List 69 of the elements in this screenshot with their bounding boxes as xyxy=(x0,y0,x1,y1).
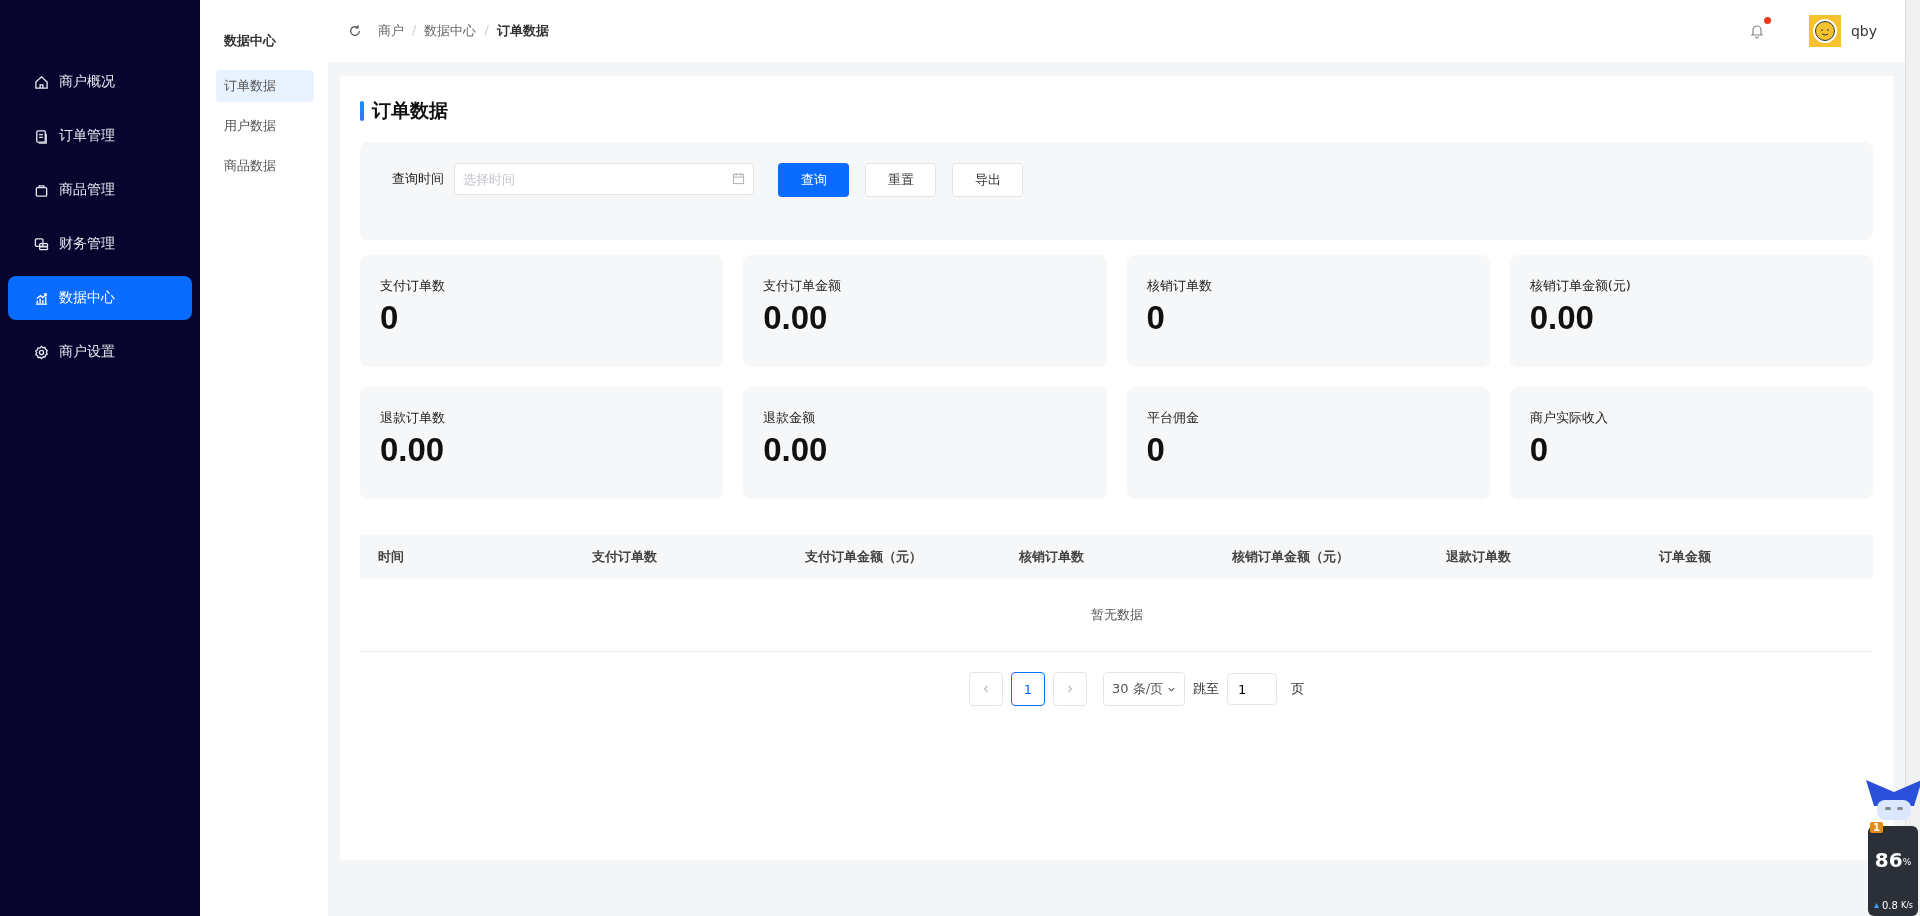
page-jump-field[interactable]: 1 xyxy=(1227,673,1278,705)
breadcrumb-item[interactable]: 商户 xyxy=(378,22,404,40)
empty-message: 暂无数据 xyxy=(1090,606,1143,624)
action-button[interactable]: 重置 xyxy=(865,163,936,197)
stat-value: 0.00 xyxy=(1529,299,1595,337)
stat-label: 核销订单金额(元) xyxy=(1529,277,1632,295)
system-monitor-widget[interactable]: 1 86% 0.8 K/s xyxy=(1864,776,1918,916)
calendar-icon xyxy=(732,172,745,185)
column-header: 退款订单数 xyxy=(1445,548,1512,566)
upload-arrow-icon xyxy=(1874,903,1879,908)
page-suffix: 页 xyxy=(1291,680,1305,698)
stat-label: 退款订单数 xyxy=(380,409,446,427)
date-picker-field[interactable]: 选择时间 xyxy=(454,163,754,195)
avatar-icon[interactable] xyxy=(1808,15,1841,47)
stat-value: 0 xyxy=(1146,299,1166,337)
stat-value: 0.00 xyxy=(763,299,829,337)
stat-value: 0.00 xyxy=(763,431,829,469)
sidebar-item[interactable]: 财务管理 xyxy=(8,222,192,266)
breadcrumb-item[interactable]: 数据中心 xyxy=(424,22,477,40)
stat-label: 支付订单数 xyxy=(380,277,446,295)
breadcrumb-separator: / xyxy=(484,22,489,39)
gear-icon xyxy=(34,344,49,360)
stat-value: 0 xyxy=(380,299,400,337)
subnav-item[interactable]: 用户数据 xyxy=(216,110,314,142)
stat-label: 平台佣金 xyxy=(1146,409,1200,427)
percent-value: 86 xyxy=(1874,848,1903,872)
stat-label: 退款金额 xyxy=(763,409,817,427)
jump-label: 跳至 xyxy=(1193,680,1220,698)
stat-label: 支付订单金额 xyxy=(763,277,843,295)
sidebar-item[interactable]: 商品管理 xyxy=(8,168,192,212)
column-header: 时间 xyxy=(378,548,405,566)
sidebar-item[interactable]: 商户概况 xyxy=(8,60,192,104)
stat-value: 0 xyxy=(1529,431,1550,469)
bell-icon[interactable] xyxy=(1748,23,1765,39)
subnav-item[interactable]: 订单数据 xyxy=(216,70,314,102)
count-badge: 1 xyxy=(1870,822,1883,833)
sidebar-item[interactable]: 数据中心 xyxy=(8,276,192,320)
field-label: 查询时间 xyxy=(392,170,444,188)
speed-value: 0.8 xyxy=(1882,900,1898,911)
username[interactable]: qby xyxy=(1850,23,1877,39)
breadcrumb-separator: / xyxy=(412,22,417,39)
title-accent-bar xyxy=(360,101,364,121)
column-header: 核销订单数 xyxy=(1018,548,1085,566)
action-button[interactable]: 导出 xyxy=(952,163,1023,197)
coins-icon xyxy=(34,236,49,252)
subnav-item[interactable]: 商品数据 xyxy=(216,150,314,182)
page-button[interactable]: 1 xyxy=(1010,672,1045,706)
chart-icon xyxy=(34,290,49,306)
column-header: 支付订单金额（元） xyxy=(805,548,924,566)
house-icon xyxy=(34,74,49,90)
bag-icon xyxy=(34,182,49,198)
sidebar-item[interactable]: 商户设置 xyxy=(8,330,192,374)
speed-unit: K/s xyxy=(1900,901,1913,910)
section-title: 数据中心 xyxy=(224,32,277,50)
column-header: 核销订单金额（元） xyxy=(1232,548,1351,566)
sidebar-item[interactable]: 订单管理 xyxy=(8,114,192,158)
refresh-icon[interactable] xyxy=(348,24,362,38)
percent-unit: % xyxy=(1902,857,1912,867)
stat-label: 核销订单数 xyxy=(1146,277,1213,295)
column-header: 支付订单数 xyxy=(591,548,658,566)
page-size-select[interactable]: 30 条/页 xyxy=(1102,672,1186,706)
stat-label: 商户实际收入 xyxy=(1529,409,1609,427)
query-button[interactable]: 查询 xyxy=(778,163,849,197)
clipboard-icon xyxy=(34,128,49,144)
column-header: 订单金额 xyxy=(1659,548,1713,566)
stat-value: 0.00 xyxy=(380,431,446,469)
breadcrumb-item: 订单数据 xyxy=(496,22,549,40)
stat-value: 0 xyxy=(1146,431,1166,469)
page-title: 订单数据 xyxy=(372,98,448,123)
